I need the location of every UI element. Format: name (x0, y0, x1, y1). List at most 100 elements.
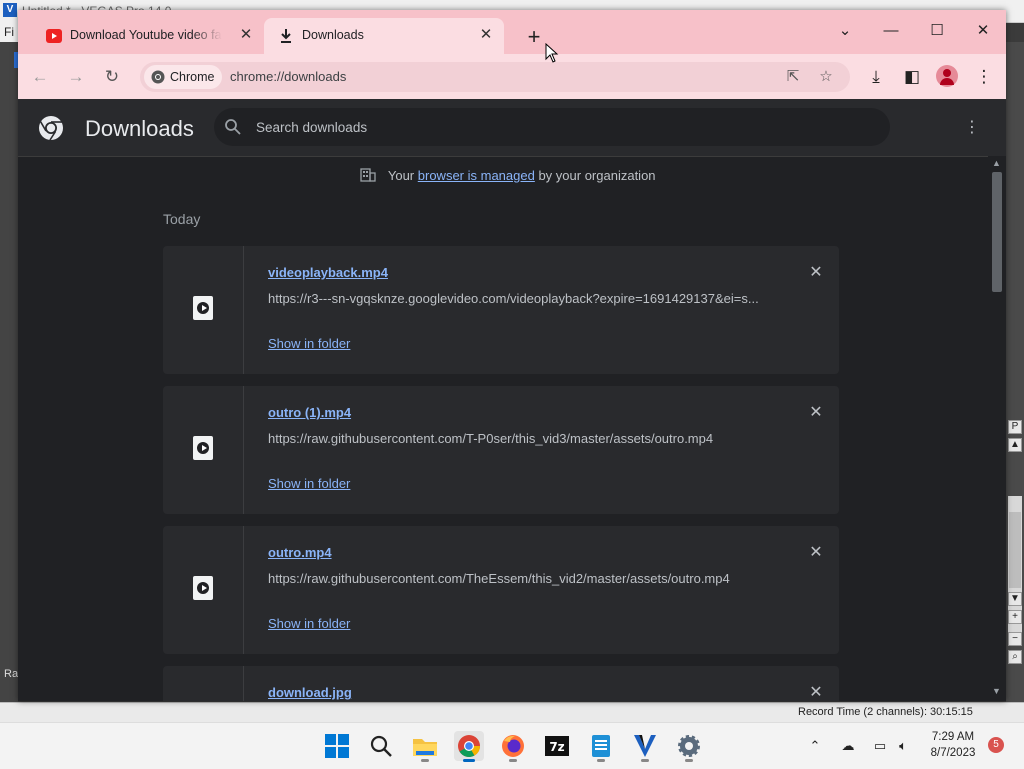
background-app-menu-label[interactable]: Fi (4, 25, 14, 39)
profile-avatar[interactable] (936, 65, 958, 87)
file-explorer-button[interactable] (410, 731, 440, 762)
start-icon (325, 734, 349, 758)
url-text[interactable]: chrome://downloads (230, 69, 346, 84)
minimize-button[interactable]: — (868, 16, 914, 46)
close-tab-icon[interactable]: ✕ (478, 27, 494, 43)
background-app-pin-button[interactable]: P (1008, 420, 1022, 434)
background-app-zoom-out-button[interactable]: − (1008, 632, 1022, 646)
7zip-taskbar-button[interactable]: 7z (542, 731, 572, 761)
show-hidden-icons-chevron-icon[interactable]: ⌃ (805, 736, 825, 756)
search-box[interactable] (214, 108, 890, 146)
tab-strip: Download Youtube video fast, c ✕ Downloa… (18, 10, 1006, 54)
address-bar[interactable]: Chrome chrome://downloads ⇱ ☆ (140, 62, 850, 92)
download-filename-link[interactable]: outro (1).mp4 (268, 405, 351, 420)
system-clock[interactable]: 7:29 AM 8/7/2023 (910, 729, 996, 761)
background-app-scroll-down-button[interactable]: ▼ (1008, 592, 1022, 606)
notification-badge[interactable]: 5 (988, 737, 1004, 753)
download-filename-link[interactable]: download.jpg (268, 685, 352, 700)
download-item: videoplayback.mp4 https://r3---sn-vgqskn… (163, 246, 839, 374)
video-file-icon (193, 296, 213, 320)
onedrive-cloud-icon[interactable]: ☁ (838, 736, 858, 756)
running-indicator (597, 759, 605, 762)
browser-managed-link[interactable]: browser is managed (418, 168, 535, 183)
download-filename-link[interactable]: outro.mp4 (268, 545, 332, 560)
file-icon-cell (163, 526, 244, 654)
new-tab-button[interactable]: + (520, 24, 548, 52)
downloads-header: Downloads ⋮ (18, 99, 1006, 157)
tab-search-chevron-icon[interactable]: ⌄ (822, 16, 868, 46)
running-indicator (641, 759, 649, 762)
vegas-icon (634, 735, 656, 757)
show-in-folder-link[interactable]: Show in folder (268, 616, 350, 631)
settings-icon (678, 735, 700, 757)
bookmark-star-icon[interactable]: ☆ (815, 66, 837, 88)
close-window-button[interactable]: ✕ (960, 16, 1006, 46)
remove-download-icon[interactable]: ✕ (807, 544, 825, 562)
vegas-taskbar-button[interactable] (630, 731, 660, 762)
chrome-menu-icon[interactable]: ⋮ (970, 63, 998, 91)
running-indicator (421, 759, 429, 762)
download-source-url[interactable]: https://raw.githubusercontent.com/T-P0se… (268, 431, 713, 446)
file-explorer-icon (413, 739, 437, 756)
remove-download-icon[interactable]: ✕ (807, 684, 825, 701)
record-time-status: Record Time (2 channels): 30:15:15 (798, 706, 973, 718)
download-filename-link[interactable]: videoplayback.mp4 (268, 265, 388, 280)
downloads-toolbar-icon[interactable]: ⤓ (862, 63, 890, 91)
notepad-taskbar-button[interactable] (586, 731, 616, 762)
background-app-left-panel (0, 42, 18, 722)
background-app-magnify-button[interactable]: ⌕ (1008, 650, 1022, 664)
site-chip-label: Chrome (170, 70, 215, 84)
search-input[interactable] (256, 116, 856, 138)
file-icon-cell (163, 246, 244, 374)
tab-title: Download Youtube video fast, c (70, 28, 222, 42)
forward-button[interactable]: → (62, 63, 90, 91)
chrome-icon (151, 70, 165, 84)
clock-time: 7:29 AM (931, 731, 975, 743)
scroll-down-arrow-icon[interactable]: ▼ (992, 686, 1001, 696)
svg-text:7z: 7z (549, 740, 564, 754)
share-icon[interactable]: ⇱ (782, 66, 804, 88)
download-source-url[interactable]: https://r3---sn-vgqsknze.googlevideo.com… (268, 291, 759, 306)
show-in-folder-link[interactable]: Show in folder (268, 336, 350, 351)
site-chip[interactable]: Chrome (144, 65, 223, 89)
running-indicator (685, 759, 693, 762)
managed-prefix: Your (387, 168, 415, 183)
side-panel-icon[interactable]: ◧ (898, 63, 926, 91)
background-app-right-panel: P ▲ ▼ + − ⌕ (1006, 42, 1024, 722)
vegas-logo-icon: V (3, 3, 17, 17)
firefox-taskbar-button[interactable] (498, 731, 528, 762)
background-app-side-label: Ra (4, 668, 19, 680)
scrollbar-thumb[interactable] (992, 172, 1002, 292)
background-app-menu[interactable]: Fi (0, 22, 18, 42)
background-app-scroll-thumb[interactable] (1009, 512, 1021, 588)
background-app-statusbar: Record Time (2 channels): 30:15:15 (0, 702, 1024, 723)
back-button[interactable]: ← (26, 63, 54, 91)
background-app-zoom-in-button[interactable]: + (1008, 610, 1022, 624)
close-tab-icon[interactable]: ✕ (238, 27, 254, 43)
start-button[interactable] (322, 731, 352, 761)
chrome-taskbar-button[interactable] (454, 731, 484, 762)
remove-download-icon[interactable]: ✕ (807, 404, 825, 422)
chrome-logo-icon (39, 116, 63, 141)
page-scrollbar[interactable]: ▲ ▼ (988, 156, 1006, 701)
notepad-icon (592, 735, 610, 757)
more-actions-icon[interactable]: ⋮ (962, 117, 982, 139)
clock-date: 8/7/2023 (930, 747, 976, 759)
network-icon[interactable]: ▭ (870, 736, 890, 756)
show-in-folder-link[interactable]: Show in folder (268, 476, 350, 491)
background-app-scroll-up-button[interactable]: ▲ (1008, 438, 1022, 452)
tab-youtube-downloader[interactable]: Download Youtube video fast, c ✕ (32, 18, 264, 54)
building-icon (360, 168, 377, 182)
settings-taskbar-button[interactable] (674, 731, 704, 762)
maximize-button[interactable]: ☐ (914, 16, 960, 46)
tab-downloads[interactable]: Downloads ✕ (264, 18, 504, 54)
reload-button[interactable]: ↻ (98, 63, 126, 91)
scroll-up-arrow-icon[interactable]: ▲ (992, 158, 1001, 168)
search-icon (370, 735, 392, 757)
taskbar-search-button[interactable] (366, 731, 396, 761)
download-item: outro (1).mp4 https://raw.githubusercont… (163, 386, 839, 514)
file-icon-cell (163, 386, 244, 514)
file-icon-cell (163, 666, 244, 701)
remove-download-icon[interactable]: ✕ (807, 264, 825, 282)
download-source-url[interactable]: https://raw.githubusercontent.com/TheEss… (268, 571, 730, 586)
